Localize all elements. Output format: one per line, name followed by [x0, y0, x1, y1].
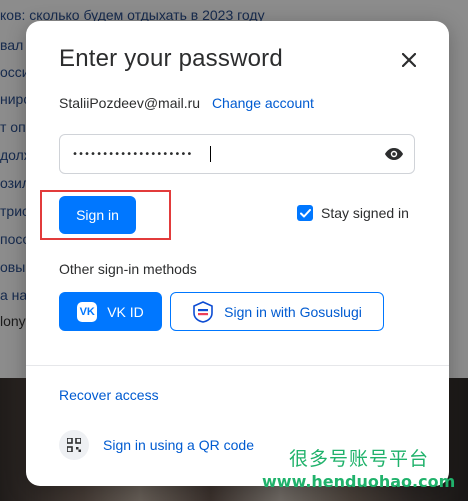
vk-logo-icon: VK — [77, 301, 98, 322]
checkbox-checked-icon — [297, 205, 313, 221]
gosuslugi-label: Sign in with Gosuslugi — [224, 303, 362, 320]
vk-id-label: VK ID — [107, 303, 144, 320]
qr-sign-in-link: Sign in using a QR code — [103, 437, 254, 453]
watermark-text: 很多号账号平台 — [289, 448, 430, 470]
qr-code-icon — [59, 430, 89, 460]
divider — [26, 365, 449, 366]
vk-id-button[interactable]: VK VK ID — [59, 292, 162, 331]
password-field[interactable] — [59, 134, 415, 174]
password-input[interactable] — [70, 147, 384, 161]
recover-access-link[interactable]: Recover access — [59, 387, 159, 403]
other-methods-label: Other sign-in methods — [59, 261, 197, 277]
stay-signed-in-label: Stay signed in — [321, 205, 409, 221]
account-row: StaliiPozdeev@mail.ru Change account — [59, 95, 314, 111]
text-caret — [210, 146, 211, 162]
show-password-button[interactable] — [384, 144, 404, 164]
gosuslugi-button[interactable]: Sign in with Gosuslugi — [170, 292, 384, 331]
change-account-link[interactable]: Change account — [212, 95, 314, 111]
gosuslugi-logo-icon — [193, 300, 213, 323]
password-dialog: Enter your password StaliiPozdeev@mail.r… — [26, 21, 449, 486]
stay-signed-in-checkbox[interactable]: Stay signed in — [297, 205, 409, 221]
dialog-title: Enter your password — [59, 45, 283, 72]
sign-in-button[interactable]: Sign in — [59, 196, 136, 234]
close-button[interactable] — [397, 48, 421, 72]
close-icon — [402, 53, 416, 67]
eye-icon — [385, 148, 403, 160]
qr-sign-in-row[interactable]: Sign in using a QR code — [59, 430, 254, 460]
watermark-url: www.henduohao.com — [262, 472, 456, 491]
account-email: StaliiPozdeev@mail.ru — [59, 95, 201, 111]
